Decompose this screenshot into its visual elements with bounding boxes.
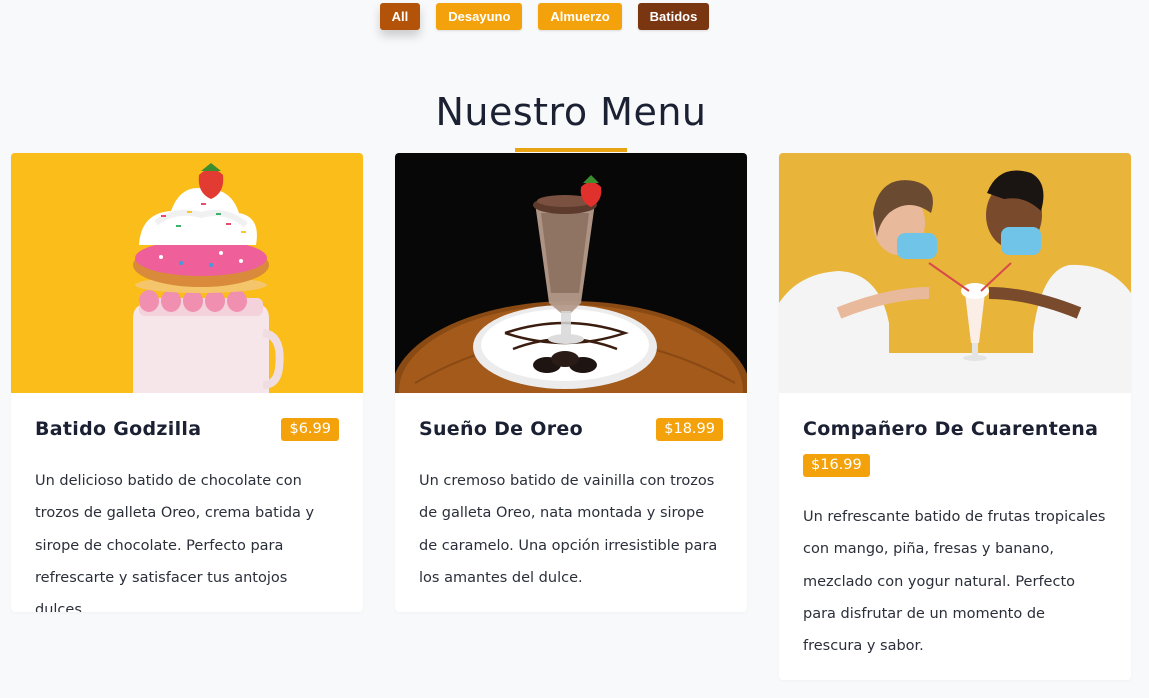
item-name: Batido Godzilla: [35, 418, 202, 440]
freakshake-image: [11, 153, 363, 393]
filter-batidos-button[interactable]: Batidos: [637, 3, 710, 30]
price-badge: $16.99: [803, 454, 870, 477]
filter-all-button[interactable]: All: [379, 3, 421, 30]
price-badge: $18.99: [656, 417, 723, 441]
menu-card: Batido Godzilla $6.99 Un delicioso batid…: [11, 153, 363, 612]
card-body: Sueño De Oreo $18.99 Un cremoso batido d…: [395, 393, 747, 594]
section-title: Nuestro Menu: [435, 90, 707, 134]
card-header: Compañero De Cuarentena: [803, 415, 1107, 443]
couple-milkshake-image: [779, 153, 1131, 393]
card-header: Batido Godzilla $6.99: [35, 415, 339, 443]
card-body: Batido Godzilla $6.99 Un delicioso batid…: [11, 393, 363, 612]
item-description: Un delicioso batido de chocolate con tro…: [35, 473, 315, 612]
menu-card: Sueño De Oreo $18.99 Un cremoso batido d…: [395, 153, 747, 612]
menu-card: Compañero De Cuarentena $16.99 Un refres…: [779, 153, 1131, 680]
oreo-milkshake-image: [395, 153, 747, 393]
filter-desayuno-button[interactable]: Desayuno: [436, 3, 523, 30]
card-body: Compañero De Cuarentena $16.99 Un refres…: [779, 393, 1131, 662]
item-description: Un refrescante batido de frutas tropical…: [803, 509, 1106, 655]
filter-almuerzo-button[interactable]: Almuerzo: [538, 3, 622, 30]
price-badge: $6.99: [281, 417, 339, 441]
item-name: Sueño De Oreo: [419, 418, 583, 440]
item-name: Compañero De Cuarentena: [803, 418, 1099, 440]
title-underline: [515, 148, 627, 152]
category-filters: All Desayuno Almuerzo Batidos: [0, 3, 1149, 30]
card-header: Sueño De Oreo $18.99: [419, 415, 723, 443]
item-description: Un cremoso batido de vainilla con trozos…: [419, 473, 718, 586]
